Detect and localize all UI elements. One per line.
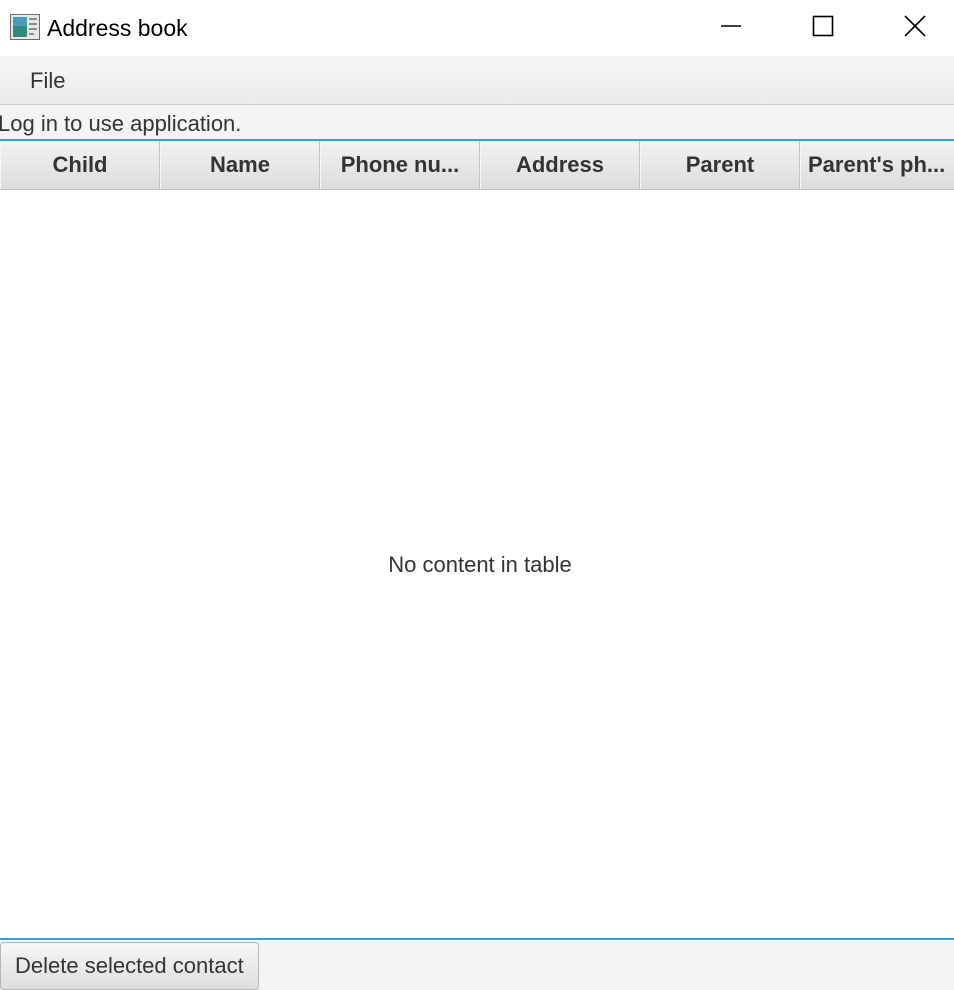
menu-file[interactable]: File: [18, 66, 77, 96]
bottom-toolbar: Delete selected contact: [0, 940, 954, 990]
app-icon: [10, 14, 40, 40]
status-bar: Log in to use application.: [0, 105, 954, 139]
title-bar[interactable]: Address book: [0, 0, 954, 56]
column-header-address[interactable]: Address: [480, 141, 640, 189]
column-header-parent[interactable]: Parent: [640, 141, 800, 189]
address-book-window: Address book File Log in to use applicat…: [0, 0, 954, 990]
contacts-table[interactable]: Child Name Phone nu... Address Parent Pa…: [0, 139, 954, 940]
minimize-icon: [720, 15, 742, 42]
maximize-button[interactable]: [777, 0, 869, 56]
window-title: Address book: [47, 15, 188, 41]
column-header-phone-number[interactable]: Phone nu...: [320, 141, 480, 189]
table-empty-placeholder: No content in table: [388, 551, 572, 577]
close-icon: [904, 14, 926, 42]
minimize-button[interactable]: [685, 0, 777, 56]
table-header: Child Name Phone nu... Address Parent Pa…: [0, 141, 954, 190]
close-button[interactable]: [869, 0, 954, 56]
menu-bar: File: [0, 56, 954, 105]
column-header-name[interactable]: Name: [160, 141, 320, 189]
maximize-icon: [812, 15, 834, 42]
column-header-child[interactable]: Child: [0, 141, 160, 189]
status-message: Log in to use application.: [0, 111, 242, 136]
column-header-parent-phone[interactable]: Parent's ph...: [800, 141, 954, 189]
delete-contact-button[interactable]: Delete selected contact: [0, 942, 259, 990]
